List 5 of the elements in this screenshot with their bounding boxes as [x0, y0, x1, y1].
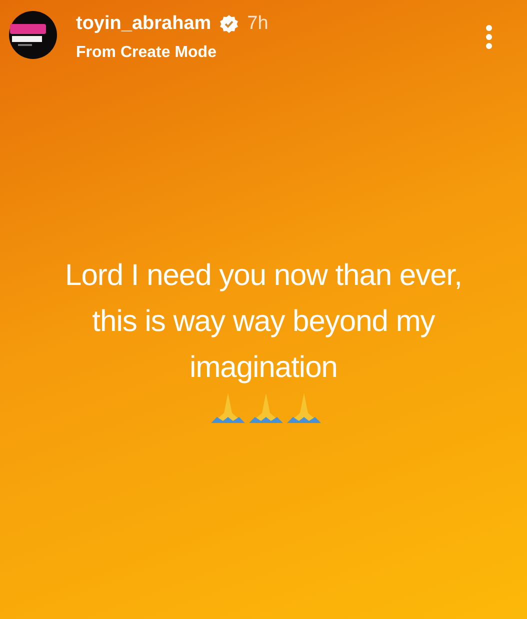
username[interactable]: toyin_abraham	[76, 10, 212, 38]
subtitle: From Create Mode	[76, 42, 218, 62]
post-time: 7h	[247, 12, 268, 36]
more-options-icon[interactable]	[485, 24, 493, 50]
story-text: Lord I need you now than ever, this is way way beyond my imagination	[64, 258, 463, 386]
